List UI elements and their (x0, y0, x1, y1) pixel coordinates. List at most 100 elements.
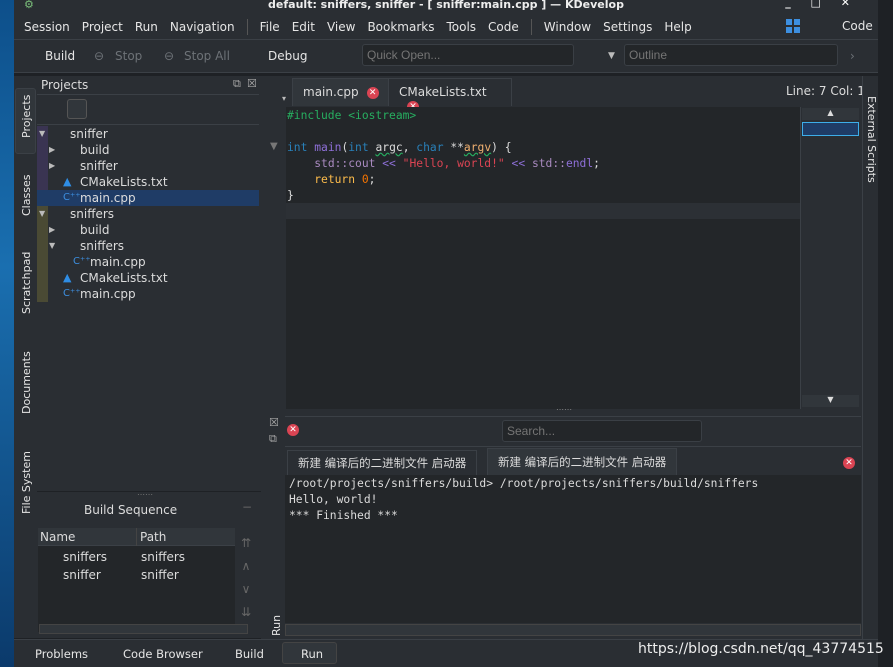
splitter-handle[interactable]: ⋯⋯ (137, 490, 153, 499)
menu-project[interactable]: Project (82, 20, 123, 34)
code-line: int main(int argc, char **argv) { (287, 141, 512, 154)
menu-tools[interactable]: Tools (446, 20, 476, 34)
window-controls[interactable]: _ □ ✕ (785, 0, 858, 8)
tab-code-browser[interactable]: Code Browser (123, 647, 203, 661)
reorder-buttons[interactable]: ⇈ ∧ ∨ ⇊ (241, 532, 251, 624)
expanded-icon[interactable]: ▼ (49, 238, 55, 254)
build-sequence-panel: ⋯⋯ Build Sequence − Name Path sniffers s… (37, 490, 261, 638)
expanded-icon[interactable]: ▼ (39, 126, 45, 142)
stop-icon: ⊖ (94, 49, 105, 63)
tree-item[interactable]: C⁺⁺ main.cpp (37, 254, 259, 270)
output-horizontal-scrollbar[interactable] (285, 624, 861, 636)
stop-button[interactable]: Stop (115, 49, 142, 63)
menu-edit[interactable]: Edit (292, 20, 315, 34)
tab-file-system[interactable]: File System (20, 451, 33, 514)
editor-tab-cmakelists[interactable]: CMakeLists.txt✕ (388, 78, 512, 113)
menu-session[interactable]: Session (24, 20, 70, 34)
tab-scratchpad[interactable]: Scratchpad (20, 252, 33, 314)
row-name[interactable]: sniffer (63, 568, 101, 582)
close-toolview-icon[interactable]: ☒ (269, 416, 279, 429)
splitter-handle[interactable]: ⋯⋯ (556, 405, 572, 414)
tree-item[interactable]: ▼ sniffer (37, 126, 259, 142)
watermark: https://blog.csdn.net/qq_43774515 (638, 641, 884, 657)
desktop-background (0, 0, 14, 667)
editor-tab-main-cpp[interactable]: main.cpp ✕ (292, 78, 390, 106)
debug-button[interactable]: Debug (268, 49, 307, 63)
float-toolview-icon[interactable]: ⧉ (269, 432, 277, 446)
tree-item[interactable]: ▶ build (37, 222, 259, 238)
horizontal-scrollbar[interactable] (39, 624, 248, 634)
menu-settings[interactable]: Settings (603, 20, 652, 34)
column-path[interactable]: Path (140, 530, 166, 544)
tab-classes[interactable]: Classes (20, 175, 33, 216)
tree-item[interactable]: C⁺⁺ main.cpp (37, 286, 259, 302)
menu-navigation[interactable]: Navigation (170, 20, 235, 34)
menu-view[interactable]: View (327, 20, 355, 34)
output-tab-active[interactable]: 新建 编译后的二进制文件 启动器 (487, 448, 678, 475)
left-toolview-strip: Projects Classes Scratchpad Documents Fi… (14, 76, 37, 638)
remove-icon[interactable]: − (242, 500, 252, 514)
menu-run[interactable]: Run (135, 20, 158, 34)
code-editor[interactable]: ▼ #include <iostream> int main(int argc,… (267, 107, 860, 409)
outline-input[interactable] (624, 44, 838, 66)
tab-run[interactable]: Run (301, 647, 323, 661)
close-tab-icon[interactable]: ✕ (366, 86, 379, 99)
tree-item[interactable]: ▼ sniffers (37, 238, 259, 254)
code-line: #include <iostream> (287, 109, 417, 122)
scroll-up-icon[interactable]: ▲ (802, 108, 859, 120)
area-code-switcher[interactable]: Code (842, 19, 873, 33)
outline-dropdown-icon[interactable]: ▼ (608, 51, 615, 61)
move-bottom-icon[interactable]: ⇊ (241, 601, 251, 624)
expanded-icon[interactable]: ▼ (39, 206, 45, 222)
move-down-icon[interactable]: ∨ (241, 578, 251, 601)
tree-item[interactable]: ▼ sniffers (37, 206, 259, 222)
build-button[interactable]: Build (45, 49, 75, 63)
background-window (878, 76, 893, 639)
fold-icon[interactable]: ▼ (270, 141, 278, 152)
tree-item-label: build (80, 223, 110, 237)
toolbar-overflow-icon[interactable]: › (850, 49, 855, 63)
tree-item-label: sniffer (80, 159, 118, 173)
output-tab[interactable]: 新建 编译后的二进制文件 启动器 (287, 450, 478, 475)
menu-help[interactable]: Help (664, 20, 691, 34)
tab-list-icon[interactable]: ▾ (282, 94, 286, 103)
menu-bookmarks[interactable]: Bookmarks (367, 20, 434, 34)
collapsed-icon[interactable]: ▶ (49, 158, 55, 174)
close-output-tab-icon[interactable]: ✕ (843, 457, 855, 469)
execute-button[interactable] (67, 99, 87, 119)
tab-build[interactable]: Build (235, 647, 264, 661)
scroll-down-icon[interactable]: ▼ (802, 395, 859, 407)
menu-file[interactable]: File (260, 20, 280, 34)
output-search-input[interactable] (502, 420, 702, 442)
menubar: Session Project Run Navigation File Edit… (14, 14, 878, 40)
collapsed-icon[interactable]: ▶ (49, 142, 55, 158)
tree-item[interactable]: ▲ CMakeLists.txt (37, 174, 259, 190)
menu-window[interactable]: Window (544, 20, 591, 34)
area-grid-icon[interactable] (786, 19, 800, 33)
clear-output-icon[interactable]: ✕ (287, 424, 299, 436)
column-name[interactable]: Name (40, 530, 75, 544)
collapsed-icon[interactable]: ▶ (49, 222, 55, 238)
output-console[interactable]: /root/projects/sniffers/build> /root/pro… (285, 475, 861, 623)
tab-problems[interactable]: Problems (35, 647, 88, 661)
close-panel-icon[interactable]: ☒ (247, 77, 257, 90)
cmake-file-icon: ▲ (63, 271, 72, 284)
tab-projects[interactable]: Projects (20, 95, 33, 138)
current-line-highlight (286, 203, 800, 219)
cursor-position: Line: 7 Col: 1 (786, 84, 865, 98)
move-top-icon[interactable]: ⇈ (241, 532, 251, 555)
stop-all-button[interactable]: Stop All (184, 49, 230, 63)
row-name[interactable]: sniffers (63, 550, 107, 564)
tree-item[interactable]: ▶ build (37, 142, 259, 158)
minimap-scrollbar[interactable]: ▲ ▼ (800, 107, 860, 409)
tree-item[interactable]: ▶ sniffer (37, 158, 259, 174)
tab-external-scripts[interactable]: External Scripts (865, 96, 878, 183)
float-icon[interactable]: ⧉ (233, 77, 241, 91)
tree-item[interactable]: C⁺⁺ main.cpp (37, 190, 259, 206)
move-up-icon[interactable]: ∧ (241, 555, 251, 578)
minimap-viewport[interactable] (802, 122, 859, 136)
quick-open-input[interactable] (362, 44, 574, 66)
tab-documents[interactable]: Documents (20, 351, 33, 414)
menu-code[interactable]: Code (488, 20, 519, 34)
tree-item[interactable]: ▲ CMakeLists.txt (37, 270, 259, 286)
